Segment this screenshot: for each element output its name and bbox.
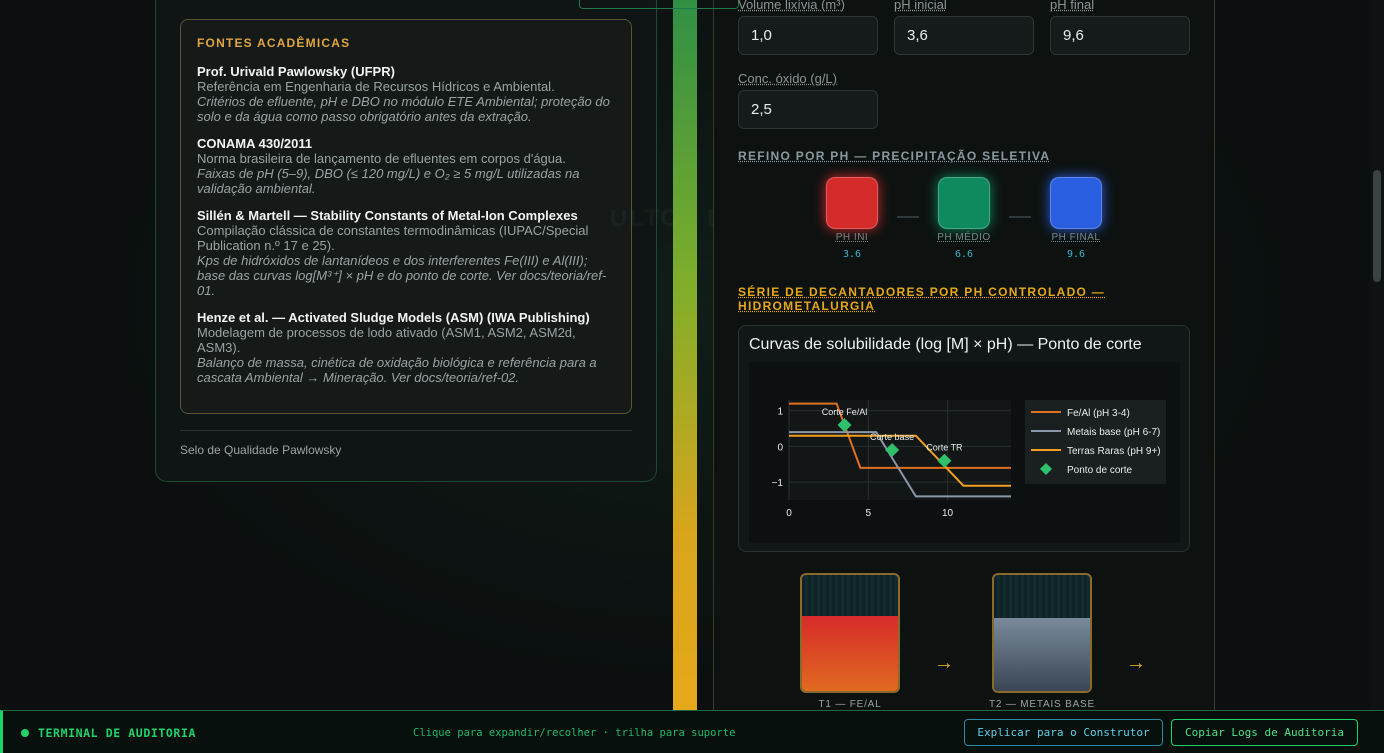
y-tick-label: −1 xyxy=(772,478,784,489)
top-frame-fragment xyxy=(579,0,739,9)
volume-label: Volume lixívia (m³) xyxy=(738,0,845,12)
tank-label: T2 — METAIS BASE xyxy=(989,699,1095,710)
tank-fe-al[interactable] xyxy=(800,573,900,693)
connector xyxy=(897,216,919,218)
academic-sources-box: FONTES ACADÊMICAS Prof. Urivald Pawlowsk… xyxy=(180,19,632,414)
cut-point-label: Corte TR xyxy=(926,443,963,453)
y-tick-label: 1 xyxy=(777,407,783,418)
ph-medium-value: 6.6 xyxy=(954,249,974,260)
tank-metais-base[interactable] xyxy=(992,573,1092,693)
copy-logs-button[interactable]: Copiar Logs de Auditoria xyxy=(1171,719,1358,746)
tank-label: T1 — FE/AL xyxy=(818,699,882,710)
source-desc: Compilação clássica de constantes termod… xyxy=(197,223,589,253)
series-heading: SÉRIE DE DECANTADORES POR PH CONTROLADO … xyxy=(738,285,1106,313)
legend-label: Metais base (pH 6-7) xyxy=(1067,427,1160,438)
solubility-chart: 0 5 1010−1Corte Fe/AlCorte baseCorte TRFe/… xyxy=(772,400,1166,519)
source-desc: Modelagem de processos de lodo ativado (… xyxy=(197,325,576,355)
source-item: Henze et al. — Activated Sludge Models (… xyxy=(197,310,615,385)
ph-final-tile[interactable] xyxy=(1050,177,1102,229)
tank-fill xyxy=(994,617,1090,691)
ph-medium-label: PH MÉDIO xyxy=(937,232,991,243)
solubility-chart-card: Curvas de solubilidade (log [M] × pH) — … xyxy=(738,325,1190,552)
source-name: Prof. Urivald Pawlowsky (UFPR) xyxy=(197,64,395,79)
x-tick-label: 0 xyxy=(786,508,792,519)
connector xyxy=(1009,216,1031,218)
cut-point-label: Corte base xyxy=(870,432,914,442)
source-name: CONAMA 430/2011 xyxy=(197,136,313,151)
scrollbar-track[interactable] xyxy=(1370,0,1384,753)
source-desc: Norma brasileira de lançamento de efluen… xyxy=(197,151,566,166)
chart-title: Curvas de solubilidade (log [M] × pH) — … xyxy=(749,336,1142,353)
ph-final-value: 9.6 xyxy=(1066,249,1086,260)
ph-initial-label: pH inicial xyxy=(894,0,947,12)
divider xyxy=(180,430,632,431)
source-name: Henze et al. — Activated Sludge Models (… xyxy=(197,310,590,325)
source-note: Kps de hidróxidos de lantanídeos e dos i… xyxy=(197,253,607,298)
ph-final-label: PH FINAL xyxy=(1051,232,1101,243)
source-item: Prof. Urivald Pawlowsky (UFPR) Referênci… xyxy=(197,64,615,124)
legend-label: Terras Raras (pH 9+) xyxy=(1067,446,1161,457)
source-desc: Referência em Engenharia de Recursos Híd… xyxy=(197,79,555,94)
legend-label: Ponto de corte xyxy=(1067,465,1132,476)
oxide-input[interactable] xyxy=(738,90,878,129)
ph-initial-tile[interactable] xyxy=(826,177,878,229)
arrow-right-icon: → xyxy=(1126,652,1146,674)
legend-label: Fe/Al (pH 3-4) xyxy=(1067,408,1130,419)
scrollbar-thumb[interactable] xyxy=(1373,170,1381,282)
source-item: CONAMA 430/2011 Norma brasileira de lanç… xyxy=(197,136,615,196)
y-tick-label: 0 xyxy=(777,442,783,453)
sources-title: FONTES ACADÊMICAS xyxy=(197,36,351,50)
x-tick-label: 5 xyxy=(866,508,872,519)
audit-terminal-bar[interactable]: TERMINAL DE AUDITORIA Clique para expand… xyxy=(0,710,1384,753)
terminal-hint: Clique para expandir/recolher · trilha p… xyxy=(413,727,736,739)
status-dot-icon xyxy=(21,729,29,737)
source-note: Faixas de pH (5–9), DBO (≤ 120 mg/L) e O… xyxy=(197,166,580,196)
x-tick-label: 10 xyxy=(942,508,954,519)
source-item: Sillén & Martell — Stability Constants o… xyxy=(197,208,615,298)
source-name: Sillén & Martell — Stability Constants o… xyxy=(197,208,578,223)
source-note: Balanço de massa, cinética de oxidação b… xyxy=(197,355,597,385)
refine-heading: REFINO POR PH — PRECIPITAÇÃO SELETIVA xyxy=(738,149,1051,163)
ph-initial-label: PH INI xyxy=(835,232,869,243)
arrow-right-icon: → xyxy=(934,652,954,674)
volume-input[interactable] xyxy=(738,16,878,55)
quality-seal: Selo de Qualidade Pawlowsky xyxy=(180,443,342,457)
ph-initial-input[interactable] xyxy=(894,16,1034,55)
tank-fill xyxy=(802,615,898,691)
ph-final-input[interactable] xyxy=(1050,16,1190,55)
source-note: Critérios de efluente, pH e DBO no módul… xyxy=(197,94,610,124)
cut-point-label: Corte Fe/Al xyxy=(822,407,868,417)
explain-button[interactable]: Explicar para o Construtor xyxy=(964,719,1163,746)
terminal-title: TERMINAL DE AUDITORIA xyxy=(38,726,196,740)
ph-final-label: pH final xyxy=(1050,0,1095,12)
ph-medium-tile[interactable] xyxy=(938,177,990,229)
oxide-label: Conc. óxido (g/L) xyxy=(738,71,837,86)
chart-area: 0 5 10 1 0 −1 Corte Fe/Al Corte base Corte TR Fe/… xyxy=(749,362,1180,543)
ph-initial-value: 3.6 xyxy=(842,249,862,260)
progress-gradient-bar xyxy=(673,0,697,710)
